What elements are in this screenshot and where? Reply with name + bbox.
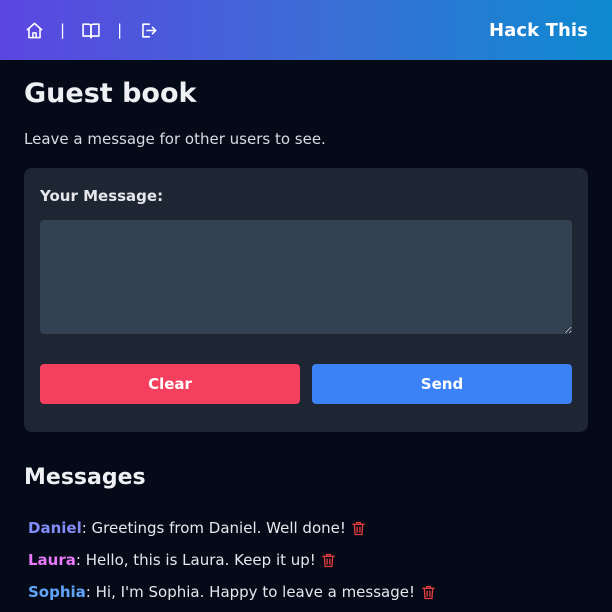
nav-icons: | | — [24, 20, 158, 40]
clear-button[interactable]: Clear — [40, 364, 300, 404]
message-item: Daniel: Greetings from Daniel. Well done… — [28, 512, 598, 544]
message-text: Hi, I'm Sophia. Happy to leave a message… — [90, 583, 415, 601]
brand-link[interactable]: Hack This — [489, 20, 588, 41]
message-author: Laura — [28, 551, 76, 569]
message-form: Your Message: Clear Send — [24, 168, 588, 432]
nav-separator: | — [60, 20, 66, 39]
page-title: Guest book — [24, 78, 197, 109]
message-label: Your Message: — [40, 187, 164, 205]
message-author: Daniel — [28, 519, 82, 537]
send-button[interactable]: Send — [312, 364, 572, 404]
page-subtitle: Leave a message for other users to see. — [24, 130, 326, 148]
message-text: Greetings from Daniel. Well done! — [86, 519, 346, 537]
messages-title: Messages — [24, 465, 146, 490]
delete-icon[interactable] — [421, 584, 435, 600]
nav-separator: | — [117, 20, 123, 39]
message-author: Sophia — [28, 583, 86, 601]
delete-icon[interactable] — [352, 520, 366, 536]
message-item: Sophia: Hi, I'm Sophia. Happy to leave a… — [28, 576, 598, 608]
logout-icon[interactable] — [138, 20, 158, 40]
delete-icon[interactable] — [322, 552, 336, 568]
message-item: Laura: Hello, this is Laura. Keep it up! — [28, 544, 598, 576]
messages-list: Daniel: Greetings from Daniel. Well done… — [28, 512, 598, 608]
book-icon[interactable] — [81, 20, 101, 40]
message-text: Hello, this is Laura. Keep it up! — [80, 551, 316, 569]
navbar: | | Hack This — [0, 0, 612, 60]
message-input[interactable] — [40, 220, 572, 334]
home-icon[interactable] — [24, 20, 44, 40]
